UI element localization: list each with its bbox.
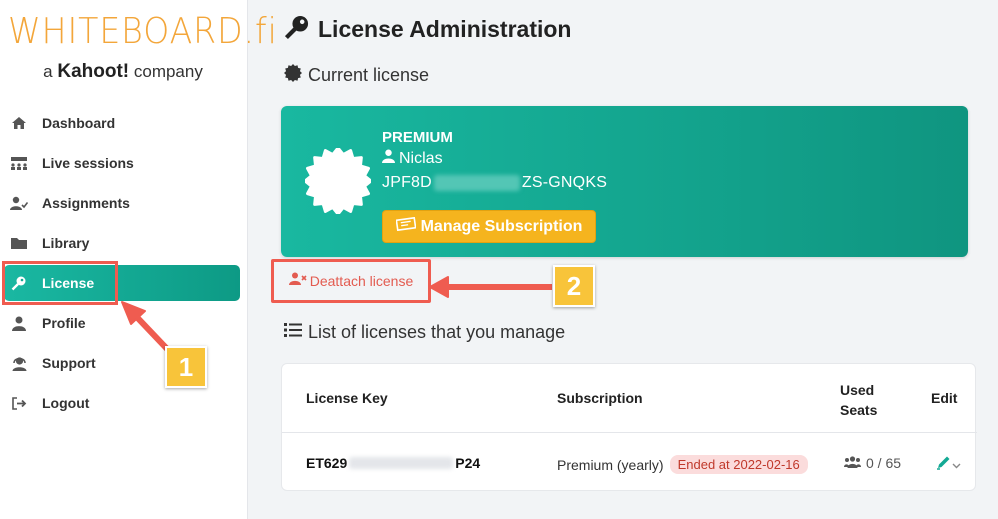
table-divider	[282, 432, 977, 433]
list-icon	[284, 322, 302, 343]
table-cell-subscription: Premium (yearly) Ended at 2022-02-16	[557, 455, 808, 474]
sidebar: WHITEBOARD.fi a Kahoot! company Dashboar…	[0, 0, 278, 519]
ticket-icon	[395, 216, 417, 236]
edit-license-button[interactable]	[936, 455, 961, 473]
brand-logo[interactable]: WHITEBOARD.fi a Kahoot! company	[8, 11, 278, 82]
column-header-used-seats: Used Seats	[840, 382, 878, 418]
highlight-box-license	[2, 261, 118, 305]
sidebar-item-label: Live sessions	[42, 155, 134, 171]
kahoot-logo: Kahoot!	[57, 61, 130, 82]
licenses-list-heading: List of licenses that you manage	[284, 322, 565, 343]
chevron-down-icon	[952, 456, 961, 472]
current-license-heading: Current license	[284, 64, 429, 87]
page-title: License Administration	[284, 14, 571, 45]
sidebar-item-live-sessions[interactable]: Live sessions	[4, 145, 240, 181]
sidebar-item-label: Assignments	[42, 195, 130, 211]
assignments-icon	[9, 195, 29, 211]
table-cell-used-seats: 0 / 65	[844, 455, 901, 471]
redacted-blur	[433, 175, 520, 191]
deattach-license-button[interactable]: Deattach license	[271, 259, 431, 303]
manage-subscription-button[interactable]: Manage Subscription	[382, 210, 596, 243]
sidebar-item-library[interactable]: Library	[4, 225, 240, 261]
folder-icon	[9, 235, 29, 251]
column-header-license-key: License Key	[306, 390, 388, 406]
sidebar-item-dashboard[interactable]: Dashboard	[4, 105, 240, 141]
certificate-icon	[305, 148, 371, 214]
logout-icon	[9, 395, 29, 411]
certificate-icon	[284, 64, 302, 87]
pencil-icon	[936, 455, 952, 473]
licenses-table: License Key Subscription Used Seats Edit…	[281, 363, 977, 491]
key-icon	[284, 14, 310, 45]
brand-wordmark: WHITEBOARD.fi	[8, 11, 278, 52]
support-icon	[9, 355, 29, 371]
sidebar-item-label: Profile	[42, 315, 86, 331]
column-header-subscription: Subscription	[557, 390, 643, 406]
redacted-blur	[349, 457, 454, 469]
table-cell-license-key: ET629 P24	[306, 455, 481, 471]
brand-tagline: a Kahoot! company	[43, 61, 203, 82]
sidebar-item-label: Dashboard	[42, 115, 116, 131]
users-icon	[844, 455, 861, 471]
license-details: PREMIUM Niclas JPF8D ZS-GNQKS	[382, 129, 607, 195]
status-badge: Ended at 2022-02-16	[669, 455, 808, 474]
current-license-card: PREMIUM Niclas JPF8D ZS-GNQKS Manage Sub…	[281, 106, 968, 257]
sidebar-item-logout[interactable]: Logout	[4, 385, 240, 421]
annotation-callout-1: 1	[165, 346, 207, 388]
column-header-edit: Edit	[931, 390, 958, 406]
sidebar-item-profile[interactable]: Profile	[4, 305, 240, 341]
live-sessions-icon	[9, 155, 29, 171]
license-key: JPF8D ZS-GNQKS	[382, 174, 608, 191]
user-icon	[9, 315, 29, 331]
home-icon	[9, 115, 29, 131]
main-content: License Administration Current license P…	[249, 0, 998, 519]
sidebar-item-assignments[interactable]: Assignments	[4, 185, 240, 221]
sidebar-item-label: Library	[42, 235, 90, 251]
annotation-callout-2: 2	[553, 265, 595, 307]
user-icon	[382, 147, 395, 171]
license-tier: PREMIUM	[382, 129, 453, 146]
license-owner: Niclas	[382, 147, 607, 171]
user-remove-icon	[288, 272, 307, 290]
sidebar-item-label: Logout	[42, 395, 90, 411]
sidebar-item-label: Support	[42, 355, 96, 371]
